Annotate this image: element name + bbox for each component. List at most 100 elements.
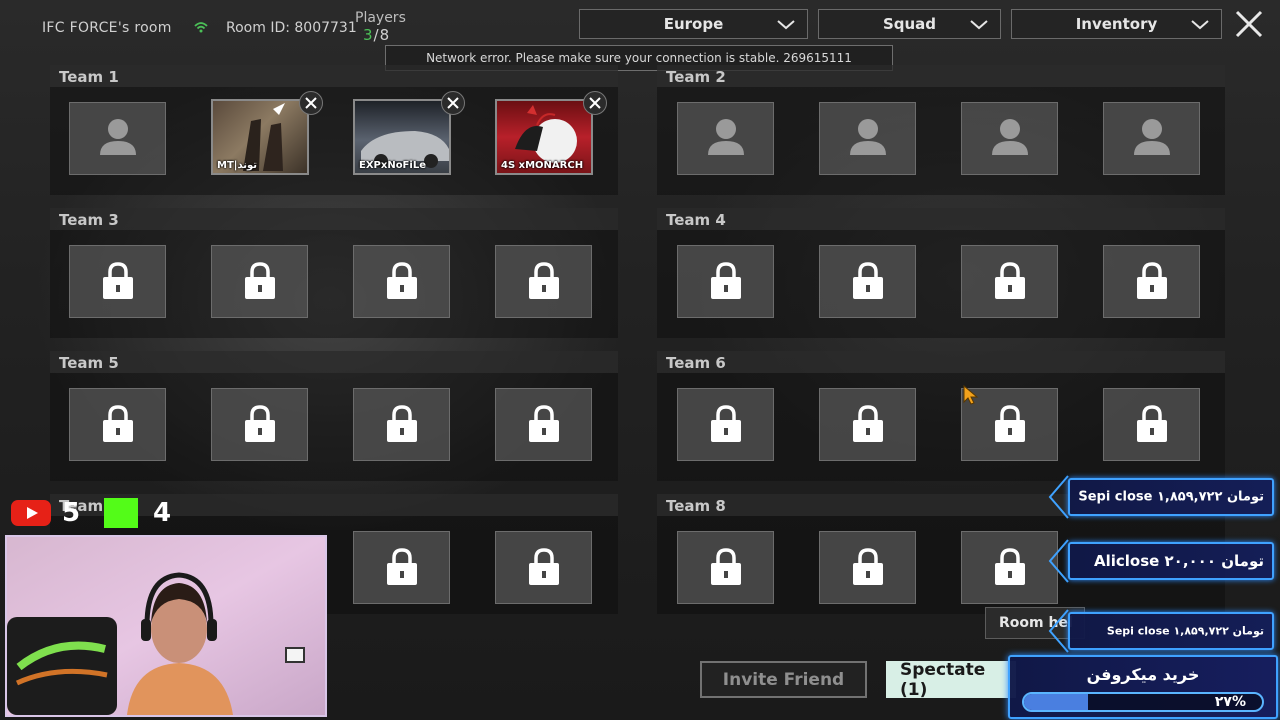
close-icon xyxy=(305,97,317,109)
team-label: Team 6 xyxy=(666,354,726,372)
player-name: MT|توند xyxy=(217,160,257,171)
region-dropdown[interactable]: Europe xyxy=(579,9,808,39)
lock-icon xyxy=(995,262,1025,299)
locked-slot[interactable] xyxy=(495,531,592,604)
donation-alert: Aliclose ۲۰,۰۰۰ تومان xyxy=(1046,536,1274,586)
team-header xyxy=(50,208,618,230)
spectate-button[interactable]: Spectate (1) xyxy=(886,660,1016,700)
lock-icon xyxy=(853,262,883,299)
donation-text: Aliclose ۲۰,۰۰۰ تومان xyxy=(1093,552,1264,570)
player-name: 4S xMONARCH xyxy=(501,160,584,171)
locked-slot[interactable] xyxy=(211,388,308,461)
person-placeholder-icon xyxy=(992,119,1028,155)
locked-slot[interactable] xyxy=(353,531,450,604)
close-icon[interactable] xyxy=(1233,10,1265,38)
team-header xyxy=(657,65,1225,87)
lock-icon xyxy=(853,405,883,442)
team-label: Team 1 xyxy=(59,68,119,86)
kick-player-button[interactable] xyxy=(583,91,607,115)
team-header xyxy=(50,65,618,87)
locked-slot[interactable] xyxy=(819,245,916,318)
lock-icon xyxy=(529,262,559,299)
locked-slot[interactable] xyxy=(69,388,166,461)
inventory-dropdown[interactable]: Inventory xyxy=(1011,9,1222,39)
locked-slot[interactable] xyxy=(1103,388,1200,461)
lock-icon xyxy=(711,405,741,442)
donation-text: Sepi close ۱,۸۵۹,۷۲۲ تومان xyxy=(1078,489,1264,505)
person-placeholder-icon xyxy=(1134,119,1170,155)
player-card[interactable]: 4S xMONARCH xyxy=(495,99,593,175)
empty-slot[interactable] xyxy=(819,102,916,175)
goal-progress-fill xyxy=(1024,694,1089,710)
team-header xyxy=(50,351,618,373)
locked-slot[interactable] xyxy=(495,388,592,461)
room-id: Room ID: 8007731 xyxy=(226,20,357,36)
donation-alert: Sepi close ۱,۸۵۹,۷۲۲ تومان xyxy=(1046,606,1274,656)
empty-slot[interactable] xyxy=(961,102,1058,175)
kick-player-button[interactable] xyxy=(299,91,323,115)
youtube-icon xyxy=(11,500,51,526)
locked-slot[interactable] xyxy=(495,245,592,318)
lock-icon xyxy=(245,405,275,442)
team-header xyxy=(657,208,1225,230)
webcam-overlay xyxy=(5,535,327,717)
team-4-panel: Team 4 xyxy=(657,208,1225,338)
close-icon xyxy=(447,97,459,109)
chevron-down-icon xyxy=(777,20,795,30)
invite-friend-button[interactable]: Invite Friend xyxy=(700,661,867,698)
donation-goal: خرید میکروفن ۲۷% xyxy=(1008,655,1278,719)
team-label: Team 4 xyxy=(666,211,726,229)
locked-slot[interactable] xyxy=(961,245,1058,318)
player-card[interactable]: MT|توند xyxy=(211,99,309,175)
kick-player-button[interactable] xyxy=(441,91,465,115)
wifi-icon xyxy=(194,22,208,33)
players-total: /8 xyxy=(373,26,391,44)
team-label: Team 3 xyxy=(59,211,119,229)
lock-icon xyxy=(387,405,417,442)
empty-slot[interactable] xyxy=(1103,102,1200,175)
lock-icon xyxy=(853,548,883,585)
team-label: Team 5 xyxy=(59,354,119,372)
inventory-value: Inventory xyxy=(1075,15,1158,33)
players-current: 3 xyxy=(363,26,374,44)
close-icon xyxy=(589,97,601,109)
empty-slot[interactable] xyxy=(69,102,166,175)
lock-icon xyxy=(387,262,417,299)
mode-value: Squad xyxy=(882,15,937,33)
lock-icon xyxy=(1137,262,1167,299)
lock-icon xyxy=(529,548,559,585)
locked-slot[interactable] xyxy=(819,531,916,604)
kick-icon xyxy=(104,498,138,528)
locked-slot[interactable] xyxy=(353,245,450,318)
player-name: EXPxNoFiLe xyxy=(359,160,426,171)
locked-slot[interactable] xyxy=(819,388,916,461)
lock-icon xyxy=(1137,405,1167,442)
kick-count: 4 xyxy=(153,498,172,528)
empty-slot[interactable] xyxy=(677,102,774,175)
lock-icon xyxy=(245,262,275,299)
team-label: Team 8 xyxy=(666,497,726,515)
locked-slot[interactable] xyxy=(69,245,166,318)
goal-percent: ۲۷% xyxy=(1214,694,1246,710)
person-placeholder-icon xyxy=(100,119,136,155)
locked-slot[interactable] xyxy=(677,388,774,461)
player-card[interactable]: EXPxNoFiLe xyxy=(353,99,451,175)
team-6-panel: Team 6 xyxy=(657,351,1225,481)
lock-icon xyxy=(103,262,133,299)
youtube-count: 5 xyxy=(62,498,81,528)
room-name: IFC FORCE's room xyxy=(42,20,172,36)
locked-slot[interactable] xyxy=(677,531,774,604)
players-label: Players xyxy=(355,10,406,26)
lock-icon xyxy=(995,548,1025,585)
team-2-panel: Team 2 xyxy=(657,65,1225,195)
team-1-panel: Team 1 MT|توند EXPxNoFiLe 4S xMONARCH xyxy=(50,65,618,195)
donation-text: Sepi close ۱,۸۵۹,۷۲۲ تومان xyxy=(1106,624,1264,638)
locked-slot[interactable] xyxy=(961,531,1058,604)
locked-slot[interactable] xyxy=(353,388,450,461)
locked-slot[interactable] xyxy=(211,245,308,318)
players-count: 3/8 xyxy=(363,26,390,44)
person-placeholder-icon xyxy=(850,119,886,155)
mode-dropdown[interactable]: Squad xyxy=(818,9,1001,39)
locked-slot[interactable] xyxy=(1103,245,1200,318)
locked-slot[interactable] xyxy=(677,245,774,318)
